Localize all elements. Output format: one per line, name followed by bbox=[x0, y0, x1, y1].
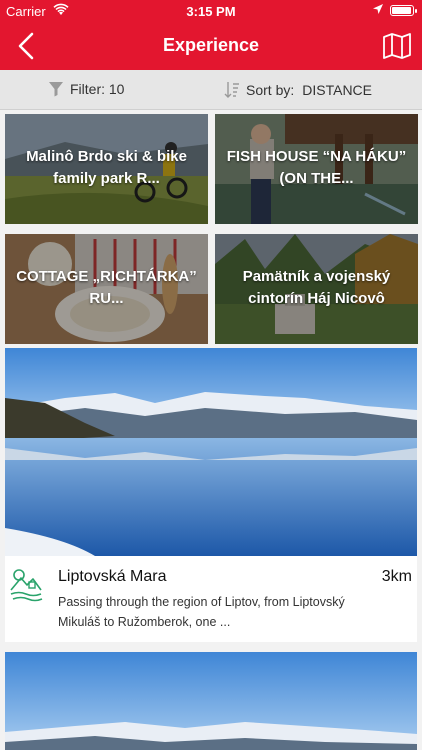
tile-title: Malinô Brdo ski & bike family park R... bbox=[26, 148, 187, 187]
filter-label: Filter: 10 bbox=[70, 81, 125, 97]
featured-image[interactable] bbox=[5, 348, 417, 556]
status-bar: Carrier 3:15 PM bbox=[0, 0, 422, 22]
landscape-icon bbox=[9, 568, 43, 604]
place-distance: 3km bbox=[381, 568, 412, 585]
filter-button[interactable]: Filter: 10 bbox=[48, 81, 124, 97]
sort-button[interactable]: Sort by: DISTANCE bbox=[224, 81, 372, 99]
nav-bar: Experience bbox=[0, 22, 422, 70]
featured-card[interactable]: Liptovská Mara 3km Passing through the r… bbox=[5, 556, 417, 642]
map-button[interactable] bbox=[382, 32, 412, 60]
experience-tile[interactable]: Malinô Brdo ski & bike family park R... bbox=[5, 114, 208, 224]
page-title: Experience bbox=[162, 35, 260, 55]
lake-mountains-photo bbox=[5, 652, 417, 750]
experience-tile[interactable]: Pamätník a vojenský cintorín Háj Nicovô bbox=[215, 234, 418, 344]
sort-label: Sort by: bbox=[246, 82, 295, 98]
next-featured-image[interactable] bbox=[5, 652, 417, 750]
tile-title: FISH HOUSE “NA HÁKU” (ON THE... bbox=[226, 148, 407, 187]
location-arrow-icon bbox=[372, 3, 384, 18]
funnel-icon bbox=[49, 82, 63, 97]
place-description: Passing through the region of Liptov, fr… bbox=[58, 595, 345, 629]
tile-title: COTTAGE „RICHTÁRKA” RU... bbox=[16, 268, 197, 307]
battery-icon bbox=[390, 5, 417, 16]
map-icon bbox=[383, 33, 411, 59]
sort-value: DISTANCE bbox=[302, 82, 372, 98]
tile-title: Pamätník a vojenský cintorín Háj Nicovô bbox=[242, 268, 391, 307]
clock: 3:15 PM bbox=[186, 4, 236, 19]
sort-icon bbox=[224, 82, 239, 98]
experience-tile[interactable]: COTTAGE „RICHTÁRKA” RU... bbox=[5, 234, 208, 344]
place-name: Liptovská Mara bbox=[58, 568, 167, 585]
filter-sort-bar: Filter: 10 Sort by: DISTANCE bbox=[0, 70, 422, 110]
experience-tile[interactable]: FISH HOUSE “NA HÁKU” (ON THE... bbox=[215, 114, 418, 224]
lake-mountains-photo bbox=[5, 348, 417, 556]
